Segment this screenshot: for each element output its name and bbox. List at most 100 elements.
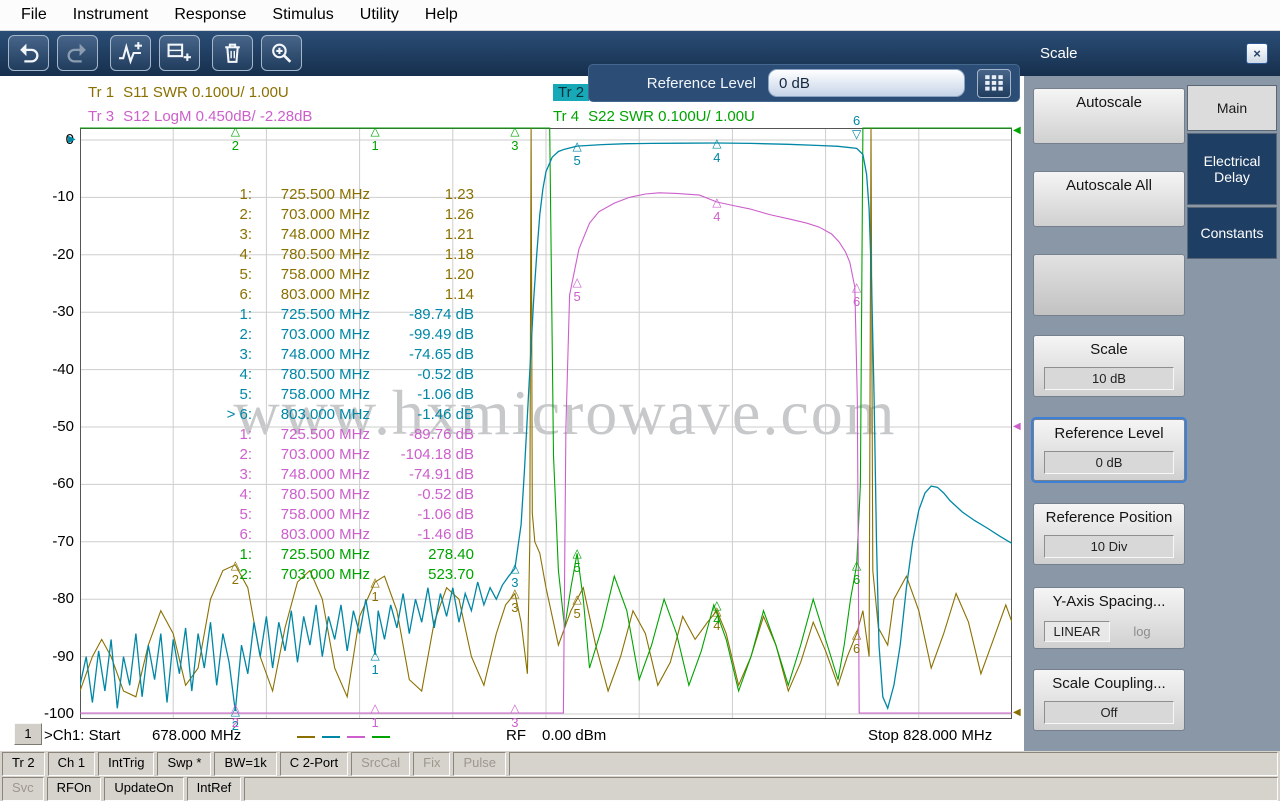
marker-5-tr3-triangle[interactable]: △ (572, 276, 581, 288)
status-fix: Fix (413, 752, 450, 776)
status-rfon[interactable]: RFOn (47, 777, 102, 801)
marker-row-tr1: 2:703.000 MHz1.26 (206, 205, 474, 225)
status-ch-1[interactable]: Ch 1 (48, 752, 95, 776)
menu-item-stimulus[interactable]: Stimulus (259, 2, 346, 28)
trace-color-sample-tr1 (297, 736, 315, 738)
marker-3-tr4-number: 3 (511, 139, 518, 152)
panel-button-autoscale-label: Autoscale (1034, 94, 1184, 112)
add-channel-icon[interactable] (159, 35, 200, 71)
status-updateon[interactable]: UpdateOn (104, 777, 183, 801)
scale-panel: Autoscale Autoscale All Scale 10 dB Referenc… (1024, 76, 1280, 751)
menu-item-response[interactable]: Response (161, 2, 259, 28)
marker-6-tr1-triangle[interactable]: △ (852, 628, 861, 640)
tab-electrical-delay[interactable]: Electrical Delay (1187, 133, 1277, 205)
y-axis-tick: -100 (26, 705, 74, 722)
panel-button-reference-position-value: 10 Div (1044, 535, 1174, 558)
undo-icon[interactable] (8, 35, 49, 71)
panel-button-scale-coupling-value: Off (1044, 701, 1174, 724)
trace-color-sample-tr4 (372, 736, 390, 738)
marker-row-tr1: 4:780.500 MHz1.18 (206, 245, 474, 265)
zoom-in-icon[interactable] (261, 35, 302, 71)
tab-constants[interactable]: Constants (1187, 207, 1277, 259)
marker-1-tr3-triangle[interactable]: △ (371, 702, 380, 714)
legend-tr1-format: S11 SWR 0.100U/ 1.00U (123, 84, 289, 101)
y-axis-tick: -90 (26, 648, 74, 665)
marker-5-tr1-number: 5 (573, 607, 580, 620)
status-tr-2[interactable]: Tr 2 (2, 752, 45, 776)
y-axis-spacing-option-log[interactable]: log (1110, 621, 1174, 642)
marker-1-tr4-number: 1 (372, 139, 379, 152)
marker-1-tr2-triangle[interactable]: △ (371, 649, 380, 661)
status-bw-1k[interactable]: BW=1k (214, 752, 276, 776)
marker-5-tr4-triangle[interactable]: △ (572, 547, 581, 559)
panel-button-scale[interactable]: Scale 10 dB (1033, 335, 1185, 397)
keypad-icon[interactable] (977, 69, 1011, 98)
marker-row-tr2: 1:725.500 MHz-89.74 dB (206, 305, 474, 325)
status-c-2-port[interactable]: C 2-Port (280, 752, 348, 776)
marker-1-tr4-triangle[interactable]: △ (371, 125, 380, 137)
reference-level-label: Reference Level (647, 75, 756, 92)
toolbar: Reference Level (0, 30, 1280, 76)
panel-button-reference-position[interactable]: Reference Position10 Div (1033, 503, 1185, 565)
panel-button-autoscale-all-label: Autoscale All (1034, 177, 1184, 195)
close-icon[interactable]: × (1246, 43, 1268, 64)
panel-button-scale-coupling[interactable]: Scale Coupling...Off (1033, 669, 1185, 731)
marker-6-tr3-triangle[interactable]: △ (852, 281, 861, 293)
menu-item-utility[interactable]: Utility (347, 2, 412, 28)
marker-5-tr2-number: 5 (573, 154, 580, 167)
panel-button-scale-label: Scale (1034, 341, 1184, 359)
marker-3-tr4-triangle[interactable]: △ (510, 125, 519, 137)
y-axis-tick: -80 (26, 590, 74, 607)
panel-button-reference-level[interactable]: Reference Level0 dB (1033, 419, 1185, 481)
marker-6-tr4-number: 6 (853, 573, 860, 586)
marker-row-tr2: 3:748.000 MHz-74.65 dB (206, 345, 474, 365)
y-axis-tick: -10 (26, 188, 74, 205)
legend-tr2-id[interactable]: Tr 2 (553, 84, 589, 101)
panel-button-scale-value: 10 dB (1044, 367, 1174, 390)
marker-readout-table: 1:725.500 MHz1.232:703.000 MHz1.263:748.… (206, 185, 474, 585)
marker-6-tr2-triangle[interactable]: ▽ (852, 128, 861, 140)
y-axis-tick: -50 (26, 418, 74, 435)
status-bar-row1: Tr 2Ch 1IntTrigSwp *BW=1kC 2-PortSrcCalF… (0, 751, 1280, 776)
legend-tr4-id[interactable]: Tr 4 (553, 108, 579, 125)
marker-2-tr3-triangle[interactable]: △ (231, 702, 240, 714)
marker-6-tr4-triangle[interactable]: △ (852, 559, 861, 571)
marker-row-tr3: 2:703.000 MHz-104.18 dB (206, 445, 474, 465)
menu-item-instrument[interactable]: Instrument (60, 2, 162, 28)
panel-button-autoscale[interactable]: Autoscale (1033, 88, 1185, 144)
marker-2-tr4-triangle[interactable]: △ (231, 125, 240, 137)
panel-button-y-axis-spacing[interactable]: Y-Axis Spacing...LINEARlog (1033, 587, 1185, 649)
reference-level-input[interactable] (768, 69, 965, 97)
redo-icon[interactable] (57, 35, 98, 71)
y-axis-tick: 0 (26, 131, 74, 148)
marker-5-tr3-number: 5 (573, 290, 580, 303)
legend-tr1[interactable]: Tr 1 S11 SWR 0.100U/ 1.00U (88, 84, 289, 101)
marker-3-tr2-triangle[interactable]: △ (510, 562, 519, 574)
channel-indicator[interactable]: 1 (14, 723, 42, 745)
status-inttrig[interactable]: IntTrig (98, 752, 154, 776)
marker-row-tr1: 3:748.000 MHz1.21 (206, 225, 474, 245)
marker-3-tr3-triangle[interactable]: △ (510, 702, 519, 714)
legend-tr3[interactable]: Tr 3S12 LogM 0.450dB/ -2.28dB (88, 108, 312, 125)
marker-4-tr4-number: 4 (713, 613, 720, 626)
marker-4-tr2-triangle[interactable]: △ (712, 137, 721, 149)
menu-item-file[interactable]: File (8, 2, 60, 28)
marker-row-tr2: 5:758.000 MHz-1.06 dB (206, 385, 474, 405)
y-axis-spacing-value: LINEARlog (1044, 621, 1174, 642)
menu-item-help[interactable]: Help (412, 2, 471, 28)
legend-tr4[interactable]: Tr 4S22 SWR 0.100U/ 1.00U (553, 108, 755, 125)
add-trace-icon[interactable] (110, 35, 151, 71)
marker-4-tr3-triangle[interactable]: △ (712, 196, 721, 208)
delete-icon[interactable] (212, 35, 253, 71)
y-axis-spacing-option-linear[interactable]: LINEAR (1044, 621, 1110, 642)
marker-5-tr2-triangle[interactable]: △ (572, 140, 581, 152)
legend-tr1-id[interactable]: Tr 1 (88, 84, 114, 101)
legend-tr3-id[interactable]: Tr 3 (88, 108, 114, 125)
tab-main[interactable]: Main (1187, 85, 1277, 131)
y-axis-tick: -40 (26, 361, 74, 378)
status-swp[interactable]: Swp * (157, 752, 211, 776)
panel-button-autoscale-all[interactable]: Autoscale All (1033, 171, 1185, 227)
status-intref[interactable]: IntRef (187, 777, 242, 801)
marker-5-tr1-triangle[interactable]: △ (572, 593, 581, 605)
marker-4-tr4-triangle[interactable]: △ (712, 599, 721, 611)
